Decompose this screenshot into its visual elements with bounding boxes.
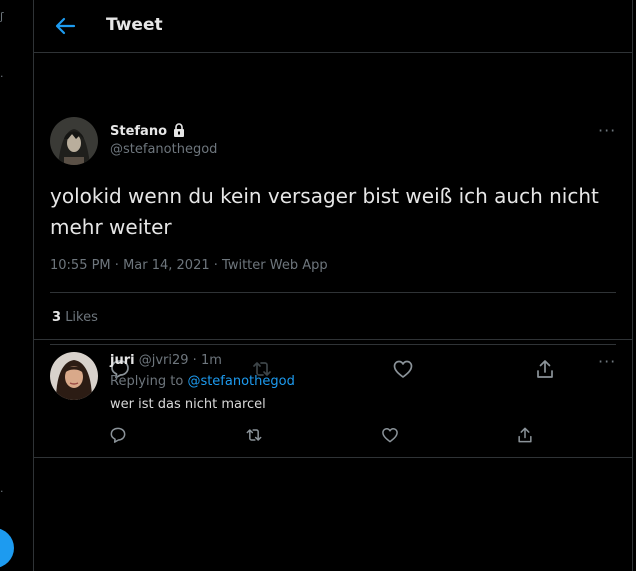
sidebar-edge-glyph: · <box>0 70 4 83</box>
arrow-left-icon <box>55 17 76 35</box>
divider <box>34 339 632 340</box>
lock-icon <box>173 123 184 137</box>
tweet-date[interactable]: Mar 14, 2021 <box>123 258 210 273</box>
heart-icon <box>382 428 398 443</box>
reply-age[interactable]: 1m <box>201 353 222 368</box>
reply-icon <box>110 427 126 443</box>
reply-author-handle[interactable]: @jvri29 <box>139 353 189 368</box>
divider <box>50 292 616 293</box>
reply-text: wer ist das nicht marcel <box>110 397 266 412</box>
reply-author-name[interactable]: juri <box>110 353 135 368</box>
avatar[interactable] <box>50 352 98 400</box>
page-title: Tweet <box>106 15 163 35</box>
replying-to: Replying to @stefanothegod <box>110 374 295 389</box>
tweet-thread-column: Tweet Stefano @stefanothegod ··· yolokid… <box>34 0 633 571</box>
compose-tweet-button[interactable] <box>0 528 14 568</box>
replying-to-link[interactable]: @stefanothegod <box>187 374 294 389</box>
share-button[interactable] <box>533 357 557 381</box>
left-sidebar: ʃ · · <box>0 0 34 571</box>
reply-header: juri @jvri29 · 1m <box>110 353 222 368</box>
more-icon[interactable]: ··· <box>598 121 616 140</box>
heart-icon <box>393 360 413 378</box>
tweet-text: yolokid wenn du kein versager bist weiß … <box>50 184 599 239</box>
like-button[interactable] <box>391 357 415 381</box>
tweet-meta: 10:55 PM · Mar 14, 2021 · Twitter Web Ap… <box>50 258 328 273</box>
back-button[interactable] <box>52 14 78 38</box>
likes-count[interactable]: 3 Likes <box>52 310 98 325</box>
share-icon <box>518 427 532 443</box>
share-icon <box>537 360 553 378</box>
author-handle[interactable]: @stefanothegod <box>110 142 217 157</box>
tweet-source[interactable]: Twitter Web App <box>222 258 328 273</box>
avatar[interactable] <box>50 117 98 165</box>
reply-button[interactable] <box>108 425 128 445</box>
share-button[interactable] <box>515 425 535 445</box>
like-button[interactable] <box>380 425 400 445</box>
author-name[interactable]: Stefano <box>110 123 186 139</box>
divider <box>34 457 632 458</box>
more-icon[interactable]: ··· <box>598 352 616 371</box>
retweet-icon <box>246 429 262 441</box>
divider <box>50 344 616 345</box>
tweet-time[interactable]: 10:55 PM <box>50 258 111 273</box>
sidebar-edge-glyph: ʃ <box>0 10 4 23</box>
page-header: Tweet <box>34 0 632 53</box>
retweet-button[interactable] <box>244 425 264 445</box>
sidebar-edge-glyph: · <box>0 485 4 498</box>
